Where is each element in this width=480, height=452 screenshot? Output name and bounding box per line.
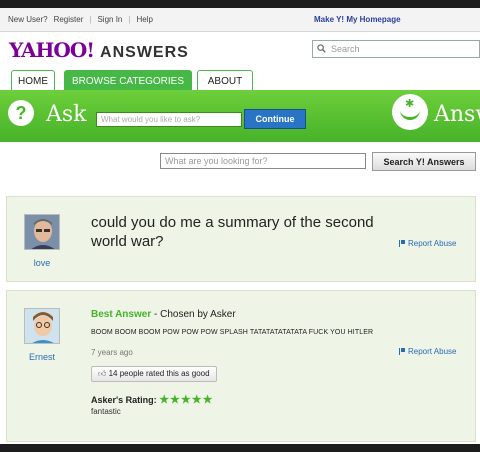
answers-logo-text: ANSWERS <box>100 44 189 61</box>
report-abuse-label: Report Abuse <box>408 347 457 356</box>
answer-text: BOOM BOOM BOOM POW POW POW SPLASH TATATA… <box>91 329 374 336</box>
yahoo-answers-logo[interactable]: YAHOO! ANSWERS <box>9 38 189 62</box>
tab-about[interactable]: ABOUT <box>197 70 253 91</box>
make-homepage-link[interactable]: Make Y! My Homepage <box>314 15 401 24</box>
account-links: New User? Register | Sign In | Help <box>8 15 153 24</box>
divider: | <box>89 15 92 24</box>
continue-button[interactable]: Continue <box>244 109 306 129</box>
smiley-icon: ✱ <box>392 94 428 130</box>
main-tabs: HOME BROWSE CATEGORIES ABOUT <box>0 70 480 91</box>
star-icon: ✱ <box>405 98 415 110</box>
best-answer-panel: Ernest Best Answer - Chosen by Asker BOO… <box>6 290 476 442</box>
answer-label: Answ <box>434 102 480 127</box>
top-frame <box>0 0 480 8</box>
ask-placeholder: What would you like to ask? <box>101 115 201 124</box>
rating-stars: ★★★★★ <box>159 394 214 406</box>
ask-question-input[interactable]: What would you like to ask? <box>96 112 242 127</box>
yahoo-logo-text: YAHOO! <box>9 38 95 62</box>
rated-good-button[interactable]: 👍︎ 14 people rated this as good <box>91 366 217 382</box>
best-answer-label: Best Answer <box>91 309 152 320</box>
answers-search-placeholder: What are you looking for? <box>165 156 268 166</box>
rated-good-text: 14 people rated this as good <box>108 369 210 378</box>
ask-bar: ? Ask What would you like to ask? Contin… <box>0 90 480 142</box>
thumbs-up-icon: 👍︎ <box>98 369 107 378</box>
best-answer-header: Best Answer - Chosen by Asker <box>91 309 236 320</box>
asker-username[interactable]: love <box>22 258 62 268</box>
divider: | <box>128 15 131 24</box>
question-mark-icon: ? <box>8 100 34 126</box>
bottom-frame <box>0 444 480 452</box>
answer-timestamp: 7 years ago <box>91 348 133 357</box>
top-nav-bar: New User? Register | Sign In | Help Make… <box>0 8 480 32</box>
smile-mouth <box>400 110 420 120</box>
askers-rating: Asker's Rating: ★★★★★ <box>91 393 214 406</box>
search-answers-button[interactable]: Search Y! Answers <box>372 152 476 171</box>
answers-search-input[interactable]: What are you looking for? <box>160 153 366 169</box>
report-abuse-link-answer[interactable]: Report Abuse <box>399 347 456 356</box>
sign-in-link[interactable]: Sign In <box>97 15 122 24</box>
register-link[interactable]: Register <box>54 15 84 24</box>
new-user-text: New User? <box>8 15 48 24</box>
report-abuse-link[interactable]: Report Abuse <box>399 239 456 248</box>
asker-avatar-image <box>25 215 59 249</box>
ask-label: Ask <box>46 102 87 127</box>
question-panel: love could you do me a summary of the se… <box>6 196 476 282</box>
header-search-placeholder: Search <box>331 44 360 54</box>
answers-search-row: What are you looking for? Search Y! Answ… <box>0 152 480 176</box>
tab-home[interactable]: HOME <box>11 70 55 91</box>
tab-browse-categories[interactable]: BROWSE CATEGORIES <box>64 70 192 91</box>
header-search-input[interactable]: Search <box>312 40 480 58</box>
rating-comment: fantastic <box>91 407 121 416</box>
asker-avatar[interactable] <box>24 214 60 250</box>
answerer-avatar-image <box>25 309 59 343</box>
search-icon <box>317 44 326 53</box>
flag-icon <box>399 240 405 247</box>
rating-label: Asker's Rating: <box>91 395 157 405</box>
flag-icon <box>399 348 405 355</box>
answerer-avatar[interactable] <box>24 308 60 344</box>
chosen-by-text: - Chosen by Asker <box>151 309 236 320</box>
help-link[interactable]: Help <box>136 15 152 24</box>
answerer-username[interactable]: Ernest <box>22 352 62 362</box>
question-title: could you do me a summary of the second … <box>91 214 374 250</box>
report-abuse-label: Report Abuse <box>408 239 457 248</box>
